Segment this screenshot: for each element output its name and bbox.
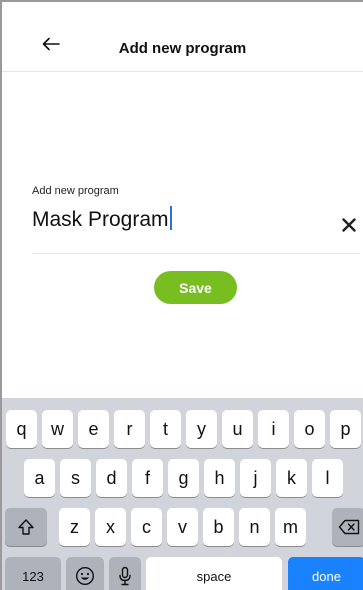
program-name-value: Mask Program xyxy=(32,208,169,231)
key-j[interactable]: j xyxy=(240,459,271,497)
program-name-field: Mask Program xyxy=(32,206,360,254)
program-name-label: Add new program xyxy=(32,185,119,197)
backspace-key[interactable] xyxy=(332,508,363,546)
microphone-icon xyxy=(119,566,131,586)
key-h[interactable]: h xyxy=(204,459,235,497)
key-l[interactable]: l xyxy=(312,459,343,497)
key-d[interactable]: d xyxy=(96,459,127,497)
backspace-icon xyxy=(338,519,359,535)
key-e[interactable]: e xyxy=(78,410,109,448)
key-y[interactable]: y xyxy=(186,410,217,448)
key-a[interactable]: a xyxy=(24,459,55,497)
shift-icon xyxy=(18,519,34,535)
program-name-input[interactable]: Mask Program xyxy=(32,206,312,244)
emoji-key[interactable] xyxy=(66,557,104,590)
key-w[interactable]: w xyxy=(42,410,73,448)
close-icon xyxy=(342,218,356,232)
key-z[interactable]: z xyxy=(59,508,90,546)
key-c[interactable]: c xyxy=(131,508,162,546)
text-caret xyxy=(169,206,172,230)
key-v[interactable]: v xyxy=(167,508,198,546)
key-t[interactable]: t xyxy=(150,410,181,448)
microphone-key[interactable] xyxy=(109,557,141,590)
key-k[interactable]: k xyxy=(276,459,307,497)
shift-key[interactable] xyxy=(5,508,47,546)
key-s[interactable]: s xyxy=(60,459,91,497)
key-m[interactable]: m xyxy=(275,508,306,546)
header-bar: Add new program xyxy=(2,2,363,72)
key-g[interactable]: g xyxy=(168,459,199,497)
page-title: Add new program xyxy=(118,40,247,57)
key-n[interactable]: n xyxy=(239,508,270,546)
key-f[interactable]: f xyxy=(132,459,163,497)
numbers-key[interactable]: 123 xyxy=(5,557,61,590)
app-screen: Add new program Add new program Mask Pro… xyxy=(0,0,363,590)
key-x[interactable]: x xyxy=(95,508,126,546)
key-u[interactable]: u xyxy=(222,410,253,448)
clear-input-button[interactable] xyxy=(338,214,360,236)
done-key[interactable]: done xyxy=(288,557,363,590)
emoji-icon xyxy=(75,566,95,586)
key-o[interactable]: o xyxy=(294,410,325,448)
key-p[interactable]: p xyxy=(330,410,361,448)
save-button[interactable]: Save xyxy=(154,271,237,304)
on-screen-keyboard: qwertyuiop asdfghjkl zxcvbnm 123 space d… xyxy=(2,398,363,590)
key-i[interactable]: i xyxy=(258,410,289,448)
key-r[interactable]: r xyxy=(114,410,145,448)
space-key[interactable]: space xyxy=(146,557,282,590)
key-b[interactable]: b xyxy=(203,508,234,546)
key-q[interactable]: q xyxy=(6,410,37,448)
